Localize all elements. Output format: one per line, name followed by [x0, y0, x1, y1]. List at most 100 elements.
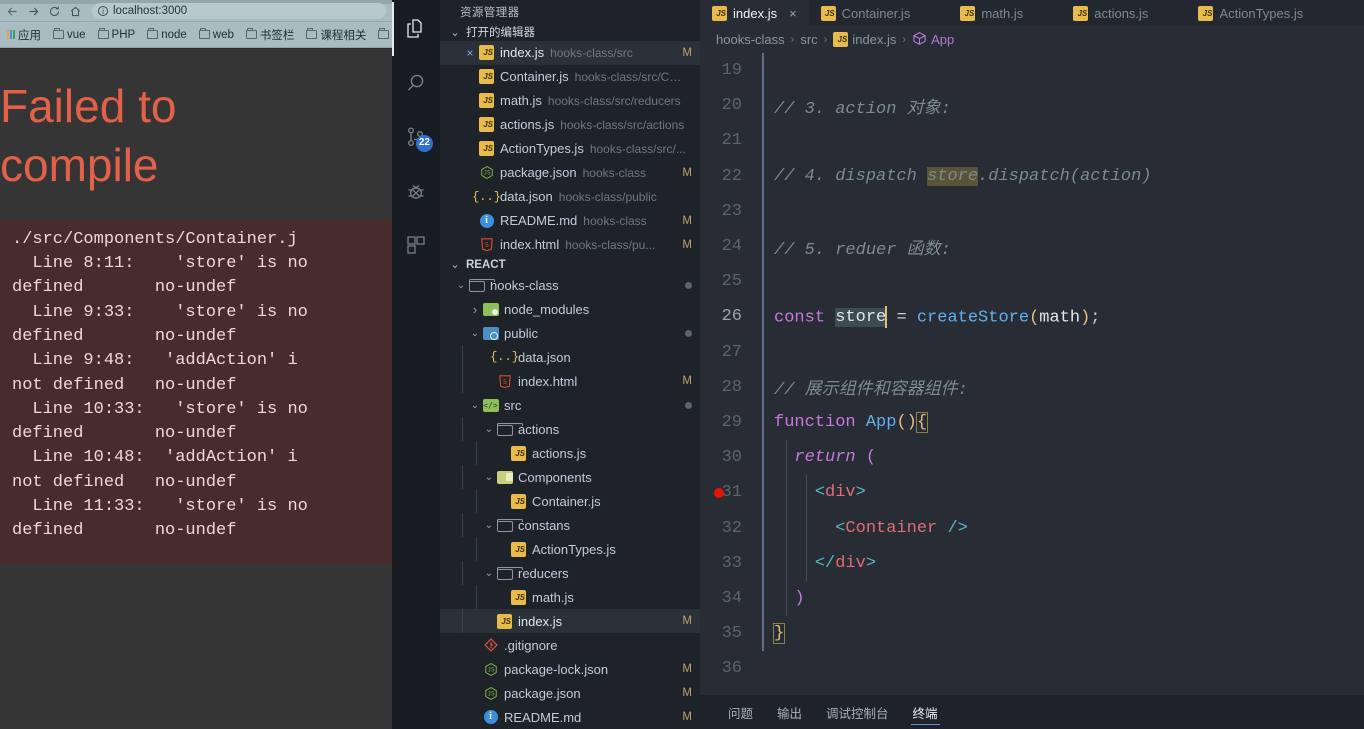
bookmark-node[interactable]: node [142, 27, 192, 43]
tree-folder-row[interactable]: ⌄ reducers [440, 561, 700, 585]
tree-file-row[interactable]: JS index.js M [440, 609, 700, 633]
open-editor-item[interactable]: JS Container.js hooks-class/src/Co... [440, 65, 700, 89]
address-bar[interactable]: i localhost:3000 [92, 3, 386, 19]
chevron-down-icon[interactable]: ⌄ [482, 424, 496, 435]
panel-tab[interactable]: 终端 [901, 695, 950, 729]
code-line[interactable]: 33 </div> [700, 545, 1364, 581]
reload-icon[interactable] [44, 1, 64, 21]
breadcrumb-item[interactable]: src [800, 32, 817, 47]
bookmark-日[interactable]: 日 [373, 25, 392, 45]
code-line[interactable]: 30 return ( [700, 440, 1364, 476]
indent-guide [462, 369, 463, 393]
activity-run-debug-icon[interactable] [392, 164, 440, 218]
chevron-down-icon[interactable]: ⌄ [448, 258, 462, 271]
editor-tab[interactable]: JS math.js [948, 0, 1062, 26]
tree-folder-row[interactable]: ⌄ constans [440, 513, 700, 537]
editor-tab[interactable]: JS index.js × [700, 0, 809, 26]
line-number: 25 [721, 272, 742, 292]
tree-folder-row[interactable]: ⌄ </> src [440, 393, 700, 417]
tree-file-row[interactable]: 5 index.html M [440, 369, 700, 393]
back-arrow-icon[interactable] [2, 1, 22, 21]
editor-tab[interactable]: JS Container.js [808, 0, 949, 26]
code-line[interactable]: 28 // 展示组件和容器组件: [700, 369, 1364, 405]
code-line[interactable]: 29 function App(){ [700, 404, 1364, 441]
panel-tab[interactable]: 问题 [716, 695, 765, 729]
activity-search-icon[interactable] [392, 56, 440, 110]
code-line[interactable]: 19 [700, 53, 1364, 89]
bottom-panel-tabs: 问题 输出 调试控制台 终端 [700, 695, 1364, 729]
tree-folder-row[interactable]: ⌄ public [440, 321, 700, 345]
code-line[interactable]: 21 [700, 123, 1364, 159]
open-editor-item[interactable]: 5 index.html hooks-class/pu... M [440, 233, 700, 257]
open-editor-item[interactable]: JS actions.js hooks-class/src/actions [440, 113, 700, 137]
open-editor-item[interactable]: × JS index.js hooks-class/src M [440, 40, 700, 65]
tree-file-row[interactable]: JS Container.js [440, 489, 700, 513]
bookmark-vue[interactable]: vue [48, 27, 91, 43]
code-line[interactable]: 26 const store = createStore(math); [700, 299, 1364, 335]
section-project[interactable]: ⌄ REACT [440, 257, 700, 273]
tree-file-row[interactable]: JS ActionTypes.js [440, 537, 700, 561]
tree-file-row[interactable]: .gitignore [440, 633, 700, 657]
open-editor-item[interactable]: JS ActionTypes.js hooks-class/src/... [440, 137, 700, 161]
site-info-icon[interactable]: i [98, 6, 108, 16]
close-icon[interactable]: × [789, 6, 797, 21]
open-editor-item[interactable]: JS package.json hooks-class M [440, 161, 700, 185]
chevron-down-icon[interactable]: ⌄ [482, 472, 496, 483]
breadcrumb-item[interactable]: JS index.js [833, 32, 896, 47]
code-line[interactable]: 36 [700, 651, 1364, 686]
code-editor[interactable]: 19 20 // 3. action 对象: 21 22 // 4. dispatch s… [700, 53, 1364, 695]
tree-folder-row[interactable]: ⌄ actions [440, 417, 700, 441]
close-icon[interactable]: × [462, 46, 478, 60]
chevron-down-icon[interactable]: ⌄ [448, 26, 462, 39]
code-line[interactable]: 27 [700, 334, 1364, 370]
js-file-icon: JS [478, 117, 495, 133]
open-editor-item[interactable]: JS math.js hooks-class/src/reducers [440, 89, 700, 113]
code-line[interactable]: 31 <div> [700, 475, 1364, 511]
breadcrumb-separator: › [790, 33, 795, 46]
tree-file-row[interactable]: i README.md M [440, 705, 700, 729]
tree-file-row[interactable]: JS package.json M [440, 681, 700, 705]
bookmark-课程相关[interactable]: 课程相关 [301, 25, 371, 45]
chevron-down-icon[interactable]: ⌄ [454, 280, 468, 291]
chevron-down-icon[interactable]: ⌄ [468, 328, 482, 339]
code-line[interactable]: 25 [700, 264, 1364, 300]
bookmark-web[interactable]: web [194, 27, 239, 43]
bookmark-书签栏[interactable]: 书签栏 [241, 25, 300, 45]
code-line[interactable]: 32 <Container /> [700, 510, 1364, 546]
breadcrumb-item[interactable]: hooks-class [716, 32, 785, 47]
chevron-down-icon[interactable]: ⌄ [482, 520, 496, 531]
chevron-down-icon[interactable]: ⌄ [468, 400, 482, 411]
forward-arrow-icon[interactable] [23, 1, 43, 21]
bookmark-PHP[interactable]: PHP [93, 27, 141, 43]
home-icon[interactable] [65, 1, 85, 21]
code-line[interactable]: 34 ) [700, 580, 1364, 616]
code-line[interactable]: 20 // 3. action 对象: [700, 88, 1364, 124]
tree-folder-row[interactable]: ⌄ Components [440, 465, 700, 489]
folding-border [762, 510, 764, 546]
open-editor-item[interactable]: {..} data.json hooks-class/public [440, 185, 700, 209]
code-line[interactable]: 23 [700, 193, 1364, 229]
code-line[interactable]: 24 // 5. reduer 函数: [700, 228, 1364, 265]
editor-tab[interactable]: JS actions.js [1061, 0, 1187, 26]
code-line[interactable]: 22 // 4. dispatch store.dispatch(action) [700, 158, 1364, 194]
chevron-right-icon[interactable]: › [468, 302, 482, 317]
activity-extensions-icon[interactable] [392, 218, 440, 272]
breakpoint-marker[interactable] [714, 487, 724, 498]
tree-file-row[interactable]: JS actions.js [440, 441, 700, 465]
panel-tab[interactable]: 调试控制台 [814, 695, 901, 729]
editor-tab[interactable]: JS ActionTypes.js [1186, 0, 1342, 26]
activity-explorer-icon[interactable] [392, 2, 440, 56]
activity-source-control-icon[interactable]: 22 [392, 110, 440, 164]
tree-folder-row[interactable]: ⌄ hooks-class [440, 273, 700, 297]
tree-file-row[interactable]: JS math.js [440, 585, 700, 609]
tree-folder-row[interactable]: › node_modules [440, 297, 700, 321]
chevron-down-icon[interactable]: ⌄ [482, 568, 496, 579]
section-open-editors[interactable]: ⌄ 打开的编辑器 [440, 24, 700, 40]
tree-file-row[interactable]: {..} data.json [440, 345, 700, 369]
panel-tab[interactable]: 输出 [765, 695, 814, 729]
bookmark-应用[interactable]: 应用 [2, 25, 46, 45]
tree-file-row[interactable]: JS package-lock.json M [440, 657, 700, 681]
code-line[interactable]: 35} [700, 616, 1364, 652]
breadcrumb-item[interactable]: App [912, 31, 954, 49]
open-editor-item[interactable]: i README.md hooks-class M [440, 209, 700, 233]
